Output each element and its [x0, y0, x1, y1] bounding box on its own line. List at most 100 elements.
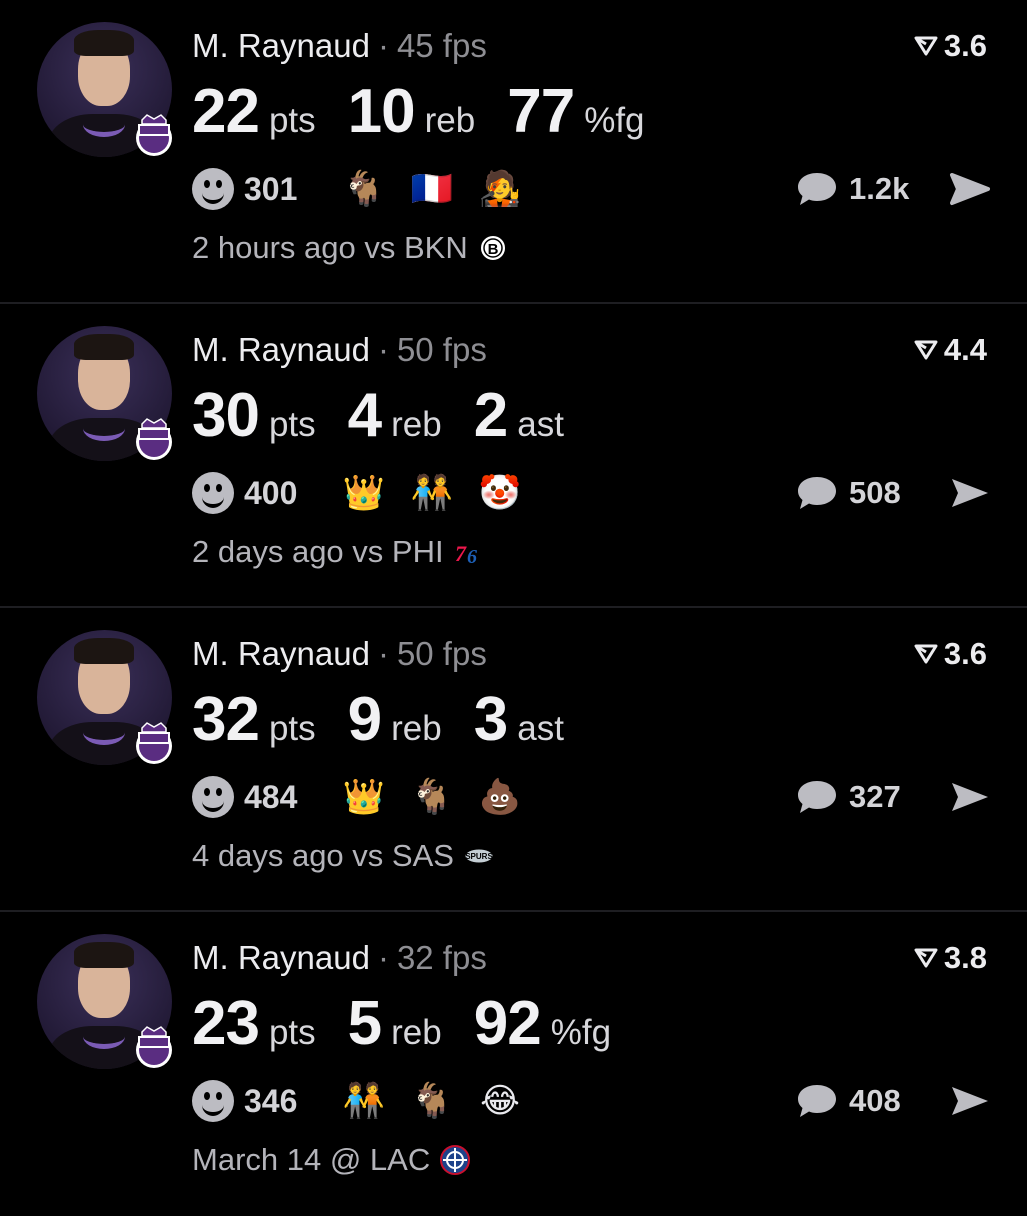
76ers-logo-icon: 76	[452, 535, 486, 569]
stat-value: 92	[473, 989, 542, 1058]
comment-count: 1.2k	[849, 171, 910, 206]
post-card[interactable]: M. Raynaud · 50 fps 4.4 30 pts 4 reb 2 ast 40…	[0, 304, 1027, 608]
stat-item: 92 %fg	[474, 988, 611, 1059]
rating[interactable]: 3.6	[914, 634, 987, 674]
goat-emoji-reaction[interactable]: 🐐	[398, 1078, 466, 1124]
rating-value: 3.6	[943, 636, 987, 671]
stat-value: 77	[507, 77, 575, 146]
player-name[interactable]: M. Raynaud	[192, 939, 370, 976]
rating-value: 4.4	[943, 332, 987, 367]
post-header: M. Raynaud · 45 fps	[192, 26, 487, 66]
fps-label: 45 fps	[396, 27, 487, 64]
game-meta[interactable]: 2 hours ago vs BKN B	[192, 228, 510, 268]
rating[interactable]: 3.6	[914, 26, 987, 66]
stat-unit: ast	[517, 405, 564, 444]
stat-line: 30 pts 4 reb 2 ast	[192, 380, 596, 450]
goat-emoji-reaction[interactable]: 🐐	[398, 774, 466, 820]
france-flag-emoji-reaction[interactable]: 🇫🇷	[398, 166, 466, 212]
player-name[interactable]: M. Raynaud	[192, 27, 370, 64]
kings-team-badge-icon	[136, 114, 172, 156]
crown-emoji-reaction[interactable]: 👑	[330, 774, 398, 820]
rating[interactable]: 4.4	[914, 330, 987, 370]
stat-value: 3	[473, 685, 508, 754]
separator-dot: ·	[377, 27, 389, 64]
player-name[interactable]: M. Raynaud	[192, 635, 370, 672]
share-icon[interactable]	[949, 779, 991, 815]
reaction-count: 400	[244, 474, 298, 511]
smiley-reaction-icon[interactable]	[192, 776, 234, 818]
post-card[interactable]: M. Raynaud · 32 fps 3.8 23 pts 5 reb 92 %fg 3…	[0, 912, 1027, 1216]
stat-item: 10 reb	[348, 76, 476, 147]
stat-line: 32 pts 9 reb 3 ast	[192, 684, 596, 754]
stat-value: 22	[192, 77, 260, 146]
svg-text:SPURS: SPURS	[465, 852, 493, 861]
stat-value: 9	[347, 685, 382, 754]
game-time-opponent: March 14 @ LAC	[192, 1142, 431, 1177]
stat-item: 23 pts	[192, 988, 316, 1059]
comment-icon[interactable]	[795, 473, 839, 513]
stat-unit: pts	[268, 101, 316, 140]
stat-item: 4 reb	[348, 380, 442, 451]
svg-text:B: B	[487, 241, 498, 258]
separator-dot: ·	[377, 331, 389, 368]
stat-unit: reb	[391, 709, 442, 748]
tears-of-joy-emoji-reaction[interactable]: 😂	[466, 1078, 534, 1124]
reaction-count: 484	[244, 778, 298, 815]
smiley-reaction-icon[interactable]	[192, 1080, 234, 1122]
stat-item: 2 ast	[474, 380, 564, 451]
game-meta[interactable]: 4 days ago vs SAS SPURS	[192, 836, 496, 876]
smiley-reaction-icon[interactable]	[192, 168, 234, 210]
comment-icon[interactable]	[795, 1081, 839, 1121]
person-emoji-reaction[interactable]: 🧑‍🎤	[466, 166, 534, 212]
stat-value: 30	[192, 381, 260, 450]
smiley-reaction-icon[interactable]	[192, 472, 234, 514]
comment-count: 508	[849, 475, 901, 510]
comment-count: 327	[849, 779, 901, 814]
rating[interactable]: 3.8	[914, 938, 987, 978]
rating-icon	[914, 948, 938, 968]
share-icon[interactable]	[949, 171, 991, 207]
stat-item: 22 pts	[192, 76, 316, 147]
stat-item: 9 reb	[348, 684, 442, 755]
rating-icon	[914, 36, 938, 56]
stat-unit: reb	[391, 1013, 442, 1052]
goat-emoji-reaction[interactable]: 🐐	[330, 166, 398, 212]
poop-emoji-reaction[interactable]: 💩	[466, 774, 534, 820]
post-actions: 327	[795, 774, 991, 820]
share-icon[interactable]	[949, 1083, 991, 1119]
svg-text:6: 6	[467, 546, 477, 567]
nets-logo-icon: B	[476, 231, 510, 265]
comment-icon[interactable]	[795, 777, 839, 817]
stat-value: 5	[347, 989, 382, 1058]
stat-unit: reb	[424, 101, 476, 140]
kings-team-badge-icon	[136, 1026, 172, 1068]
stat-value: 23	[192, 989, 260, 1058]
stat-unit: pts	[268, 1013, 316, 1052]
game-meta[interactable]: 2 days ago vs PHI 76	[192, 532, 486, 572]
rating-icon	[914, 340, 938, 360]
share-icon[interactable]	[949, 475, 991, 511]
post-header: M. Raynaud · 50 fps	[192, 634, 487, 674]
post-actions: 408	[795, 1078, 991, 1124]
stat-value: 32	[192, 685, 260, 754]
reactions-bar: 346 🧑‍🤝‍🧑 🐐 😂	[192, 1078, 534, 1124]
comment-icon[interactable]	[795, 169, 839, 209]
characters-emoji-reaction[interactable]: 🧑‍🤝‍🧑	[398, 470, 466, 516]
reactions-bar: 484 👑 🐐 💩	[192, 774, 534, 820]
game-meta[interactable]: March 14 @ LAC	[192, 1140, 472, 1180]
clown-emoji-reaction[interactable]: 🤡	[466, 470, 534, 516]
separator-dot: ·	[377, 939, 389, 976]
stat-item: 5 reb	[348, 988, 442, 1059]
characters-emoji-reaction[interactable]: 🧑‍🤝‍🧑	[330, 1078, 398, 1124]
post-card[interactable]: M. Raynaud · 50 fps 3.6 32 pts 9 reb 3 ast 48…	[0, 608, 1027, 912]
rating-icon	[914, 644, 938, 664]
stat-unit: reb	[391, 405, 442, 444]
post-header: M. Raynaud · 50 fps	[192, 330, 487, 370]
player-name[interactable]: M. Raynaud	[192, 331, 370, 368]
crown-emoji-reaction[interactable]: 👑	[330, 470, 398, 516]
stat-unit: %fg	[550, 1013, 612, 1052]
reactions-bar: 301 🐐 🇫🇷 🧑‍🎤	[192, 166, 534, 212]
post-card[interactable]: M. Raynaud · 45 fps 3.6 22 pts 10 reb 77 %fg …	[0, 0, 1027, 304]
post-header: M. Raynaud · 32 fps	[192, 938, 487, 978]
stat-unit: ast	[517, 709, 564, 748]
